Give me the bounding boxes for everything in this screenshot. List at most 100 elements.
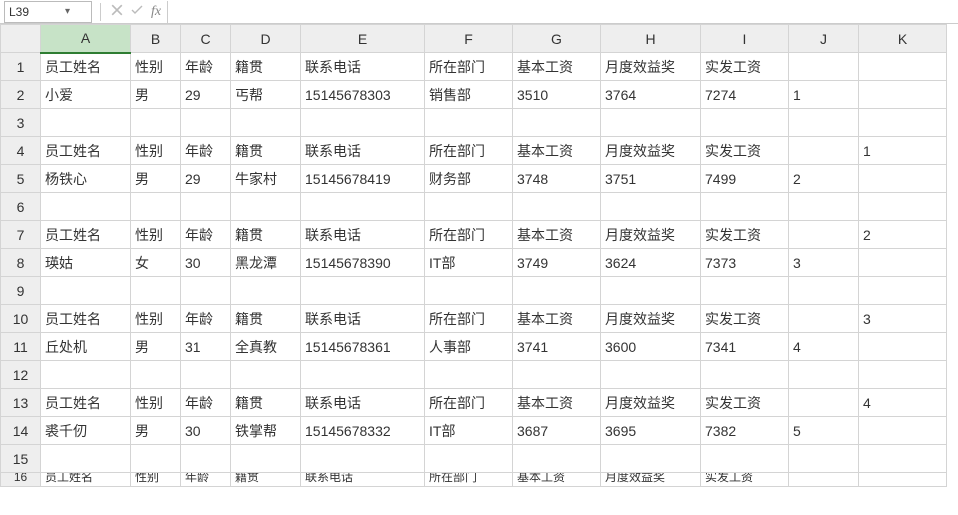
cell-K9[interactable] bbox=[859, 277, 947, 305]
cell-D10[interactable]: 籍贯 bbox=[231, 305, 301, 333]
col-head-C[interactable]: C bbox=[181, 25, 231, 53]
cell-J16[interactable] bbox=[789, 473, 859, 487]
cancel-icon[interactable] bbox=[111, 4, 123, 19]
cell-H14[interactable]: 3695 bbox=[601, 417, 701, 445]
cell-C15[interactable] bbox=[181, 445, 231, 473]
cell-D13[interactable]: 籍贯 bbox=[231, 389, 301, 417]
cell-K12[interactable] bbox=[859, 361, 947, 389]
cell-A16[interactable]: 员工姓名 bbox=[41, 473, 131, 487]
cell-A13[interactable]: 员工姓名 bbox=[41, 389, 131, 417]
row-head-14[interactable]: 14 bbox=[1, 417, 41, 445]
cell-I13[interactable]: 实发工资 bbox=[701, 389, 789, 417]
cell-C12[interactable] bbox=[181, 361, 231, 389]
cell-J12[interactable] bbox=[789, 361, 859, 389]
cell-K4[interactable]: 1 bbox=[859, 137, 947, 165]
cell-K1[interactable] bbox=[859, 53, 947, 81]
cell-C14[interactable]: 30 bbox=[181, 417, 231, 445]
cell-J4[interactable] bbox=[789, 137, 859, 165]
col-head-F[interactable]: F bbox=[425, 25, 513, 53]
cell-A3[interactable] bbox=[41, 109, 131, 137]
cell-K16[interactable] bbox=[859, 473, 947, 487]
cell-B9[interactable] bbox=[131, 277, 181, 305]
cell-I2[interactable]: 7274 bbox=[701, 81, 789, 109]
cell-I5[interactable]: 7499 bbox=[701, 165, 789, 193]
enter-icon[interactable] bbox=[131, 4, 143, 19]
col-head-K[interactable]: K bbox=[859, 25, 947, 53]
cell-J7[interactable] bbox=[789, 221, 859, 249]
cell-G14[interactable]: 3687 bbox=[513, 417, 601, 445]
col-head-G[interactable]: G bbox=[513, 25, 601, 53]
cell-C6[interactable] bbox=[181, 193, 231, 221]
cell-A5[interactable]: 杨铁心 bbox=[41, 165, 131, 193]
cell-H9[interactable] bbox=[601, 277, 701, 305]
col-head-A[interactable]: A bbox=[41, 25, 131, 53]
cell-J11[interactable]: 4 bbox=[789, 333, 859, 361]
col-head-H[interactable]: H bbox=[601, 25, 701, 53]
cell-D9[interactable] bbox=[231, 277, 301, 305]
cell-F10[interactable]: 所在部门 bbox=[425, 305, 513, 333]
cell-H1[interactable]: 月度效益奖 bbox=[601, 53, 701, 81]
col-head-E[interactable]: E bbox=[301, 25, 425, 53]
cell-F4[interactable]: 所在部门 bbox=[425, 137, 513, 165]
cell-J14[interactable]: 5 bbox=[789, 417, 859, 445]
cell-K10[interactable]: 3 bbox=[859, 305, 947, 333]
cell-E7[interactable]: 联系电话 bbox=[301, 221, 425, 249]
cell-C8[interactable]: 30 bbox=[181, 249, 231, 277]
cell-D12[interactable] bbox=[231, 361, 301, 389]
cell-F9[interactable] bbox=[425, 277, 513, 305]
cell-H8[interactable]: 3624 bbox=[601, 249, 701, 277]
cell-G11[interactable]: 3741 bbox=[513, 333, 601, 361]
cell-E6[interactable] bbox=[301, 193, 425, 221]
col-head-I[interactable]: I bbox=[701, 25, 789, 53]
cell-D2[interactable]: 丐帮 bbox=[231, 81, 301, 109]
cell-K7[interactable]: 2 bbox=[859, 221, 947, 249]
cell-E10[interactable]: 联系电话 bbox=[301, 305, 425, 333]
cell-J5[interactable]: 2 bbox=[789, 165, 859, 193]
cell-I7[interactable]: 实发工资 bbox=[701, 221, 789, 249]
cell-B13[interactable]: 性别 bbox=[131, 389, 181, 417]
cell-F2[interactable]: 销售部 bbox=[425, 81, 513, 109]
cell-B5[interactable]: 男 bbox=[131, 165, 181, 193]
cell-K13[interactable]: 4 bbox=[859, 389, 947, 417]
row-head-1[interactable]: 1 bbox=[1, 53, 41, 81]
cell-G13[interactable]: 基本工资 bbox=[513, 389, 601, 417]
cell-C7[interactable]: 年龄 bbox=[181, 221, 231, 249]
cell-E9[interactable] bbox=[301, 277, 425, 305]
cell-B7[interactable]: 性别 bbox=[131, 221, 181, 249]
cell-H13[interactable]: 月度效益奖 bbox=[601, 389, 701, 417]
cell-A14[interactable]: 裘千仞 bbox=[41, 417, 131, 445]
cell-B15[interactable] bbox=[131, 445, 181, 473]
cell-J8[interactable]: 3 bbox=[789, 249, 859, 277]
cell-I6[interactable] bbox=[701, 193, 789, 221]
cell-E2[interactable]: 15145678303 bbox=[301, 81, 425, 109]
cell-H7[interactable]: 月度效益奖 bbox=[601, 221, 701, 249]
cell-A2[interactable]: 小爱 bbox=[41, 81, 131, 109]
cell-D15[interactable] bbox=[231, 445, 301, 473]
cell-B14[interactable]: 男 bbox=[131, 417, 181, 445]
formula-input[interactable] bbox=[167, 1, 958, 23]
cell-J15[interactable] bbox=[789, 445, 859, 473]
cell-A1[interactable]: 员工姓名 bbox=[41, 53, 131, 81]
cell-B12[interactable] bbox=[131, 361, 181, 389]
cell-C11[interactable]: 31 bbox=[181, 333, 231, 361]
cell-H10[interactable]: 月度效益奖 bbox=[601, 305, 701, 333]
row-head-3[interactable]: 3 bbox=[1, 109, 41, 137]
cell-E4[interactable]: 联系电话 bbox=[301, 137, 425, 165]
cell-C10[interactable]: 年龄 bbox=[181, 305, 231, 333]
row-head-6[interactable]: 6 bbox=[1, 193, 41, 221]
cell-D4[interactable]: 籍贯 bbox=[231, 137, 301, 165]
cell-E15[interactable] bbox=[301, 445, 425, 473]
cell-D7[interactable]: 籍贯 bbox=[231, 221, 301, 249]
cell-A6[interactable] bbox=[41, 193, 131, 221]
cell-B11[interactable]: 男 bbox=[131, 333, 181, 361]
select-all-corner[interactable] bbox=[1, 25, 41, 53]
cell-I10[interactable]: 实发工资 bbox=[701, 305, 789, 333]
cell-A9[interactable] bbox=[41, 277, 131, 305]
cell-G6[interactable] bbox=[513, 193, 601, 221]
cell-G16[interactable]: 基本工资 bbox=[513, 473, 601, 487]
cell-E8[interactable]: 15145678390 bbox=[301, 249, 425, 277]
cell-B3[interactable] bbox=[131, 109, 181, 137]
cell-E12[interactable] bbox=[301, 361, 425, 389]
cell-H5[interactable]: 3751 bbox=[601, 165, 701, 193]
spreadsheet-grid[interactable]: A B C D E F G H I J K 1员工姓名性别年龄籍贯联系电话所在部… bbox=[0, 24, 958, 515]
